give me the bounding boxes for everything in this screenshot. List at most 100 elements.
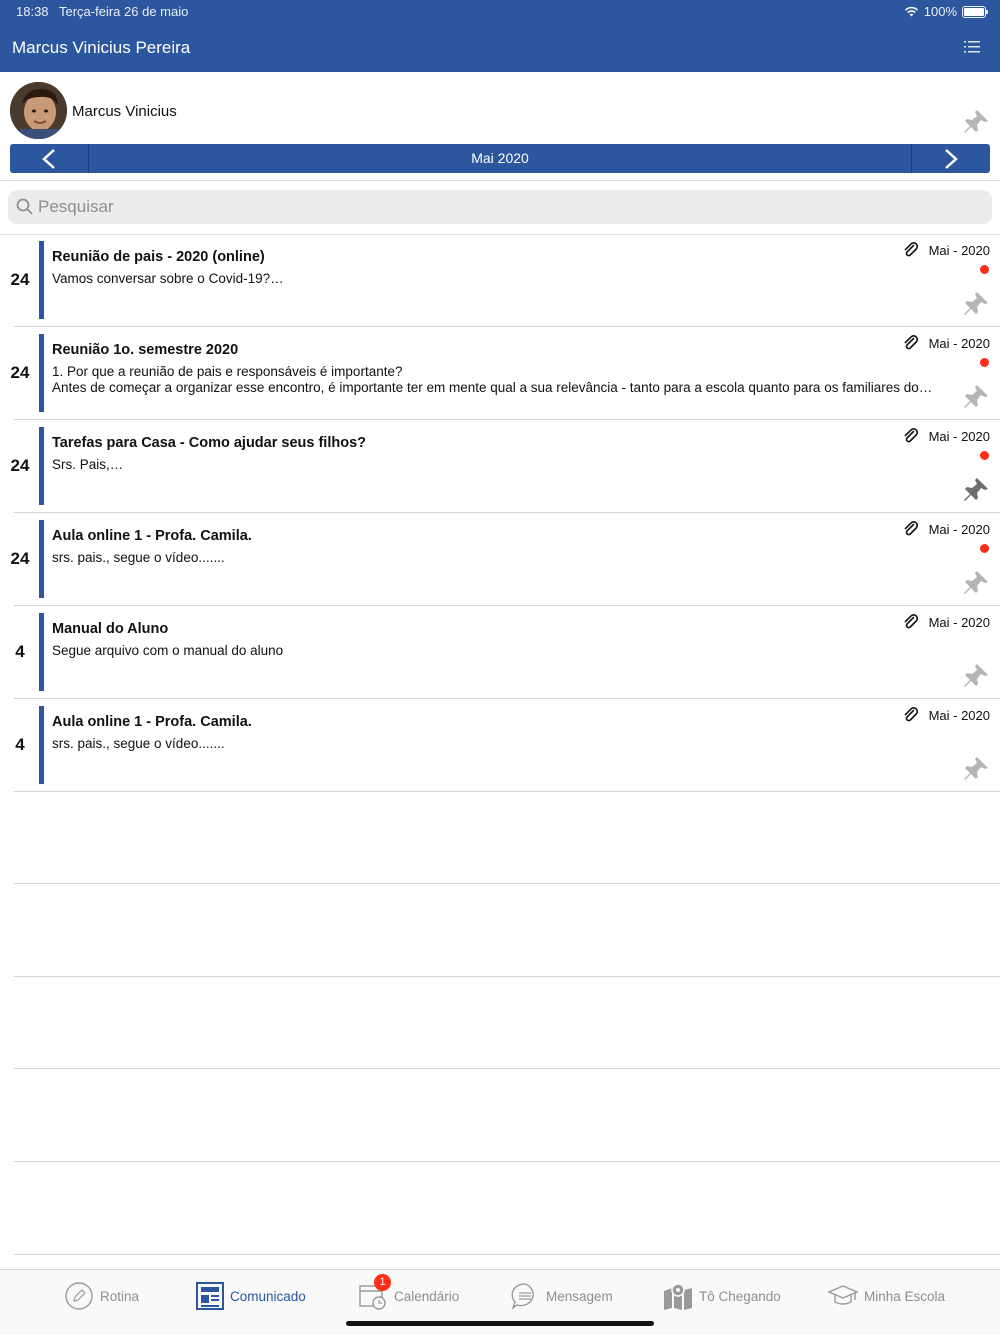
- unread-dot: [980, 451, 989, 460]
- pin-icon[interactable]: [962, 569, 990, 597]
- message-preview: Segue arquivo com o manual do aluno: [52, 643, 944, 659]
- message-title: Reunião 1o. semestre 2020: [52, 342, 239, 358]
- message-row[interactable]: 24 Reunião de pais - 2020 (online) Vamos c…: [11, 234, 1000, 327]
- message-day: 24: [10, 363, 30, 382]
- attachment-icon: [902, 427, 920, 445]
- message-preview: srs. pais., segue o vídeo.......: [52, 736, 944, 752]
- chat-bubble-icon: [511, 1283, 534, 1310]
- message-date: Mai - 2020: [928, 615, 990, 630]
- message-date: Mai - 2020: [928, 429, 990, 444]
- message-row[interactable]: 24 Tarefas para Casa - Como ajudar seus f…: [11, 420, 1000, 513]
- message-date: Mai - 2020: [928, 708, 990, 723]
- message-date: Mai - 2020: [928, 522, 990, 537]
- accent-bar: [39, 241, 44, 319]
- tab-rotina[interactable]: Rotina: [64, 1280, 139, 1312]
- message-day: 24: [10, 549, 30, 568]
- battery-percent: 100%: [923, 4, 957, 19]
- message-preview: 1. Por que a reunião de pais e responsáv…: [52, 364, 944, 396]
- message-preview-line: srs. pais., segue o vídeo.......: [52, 550, 225, 565]
- tab-label: Mensagem: [546, 1288, 613, 1304]
- message-title: Aula online 1 - Profa. Camila.: [52, 714, 252, 730]
- message-day: 24: [10, 456, 30, 475]
- message-row[interactable]: 4 Aula online 1 - Profa. Camila. srs. pais…: [14, 699, 1000, 792]
- unread-dot: [980, 358, 989, 367]
- status-indicators: 100%: [904, 4, 988, 19]
- message-preview-line: Segue arquivo com o manual do aluno: [52, 643, 284, 658]
- tab-minha-escola[interactable]: Minha Escola: [828, 1280, 945, 1312]
- unread-dot: [980, 544, 989, 553]
- chevron-right-icon: [945, 148, 958, 169]
- empty-row-divider: [14, 1161, 1000, 1162]
- chevron-left-icon: [42, 148, 55, 169]
- newspaper-icon: [196, 1282, 224, 1310]
- tab-comunicado[interactable]: Comunicado: [196, 1280, 306, 1312]
- empty-row-divider: [14, 976, 1000, 977]
- month-navigator: Mai 2020: [10, 144, 990, 173]
- accent-bar: [39, 706, 44, 784]
- list-icon[interactable]: [964, 40, 980, 54]
- pin-icon[interactable]: [962, 755, 990, 783]
- status-time: 18:38: [16, 4, 49, 19]
- accent-bar: [39, 613, 44, 691]
- search-input[interactable]: [38, 190, 978, 224]
- pin-icon[interactable]: [962, 476, 990, 504]
- message-preview: Vamos conversar sobre o Covid-19?…: [52, 271, 944, 287]
- message-date: Mai - 2020: [928, 243, 990, 258]
- empty-row-divider: [14, 1068, 1000, 1069]
- pin-icon[interactable]: [962, 662, 990, 690]
- message-preview: srs. pais., segue o vídeo.......: [52, 550, 944, 566]
- battery-icon: [962, 5, 988, 18]
- avatar: [10, 82, 67, 139]
- pin-icon[interactable]: [962, 290, 990, 318]
- message-title: Manual do Aluno: [52, 621, 169, 637]
- tab-calendario[interactable]: 1 Calendário: [358, 1274, 460, 1312]
- attachment-icon: [902, 613, 920, 631]
- navigation-bar: 18:38 Terça-feira 26 de maio 100% Marcus…: [0, 0, 1000, 72]
- tab-label: Minha Escola: [864, 1288, 946, 1304]
- page-title: Marcus Vinicius Pereira: [12, 38, 191, 57]
- graduation-cap-icon: [828, 1285, 858, 1305]
- empty-row-divider: [14, 1254, 1000, 1255]
- message-title: Aula online 1 - Profa. Camila.: [52, 528, 252, 544]
- message-preview-line: Vamos conversar sobre o Covid-19?…: [52, 271, 284, 286]
- message-row[interactable]: 24 Aula online 1 - Profa. Camila. srs. pai…: [11, 513, 1000, 606]
- message-day: 4: [15, 735, 25, 754]
- message-preview-line: Antes de começar a organizar esse encont…: [52, 380, 933, 395]
- accent-bar: [39, 520, 44, 598]
- status-date: Terça-feira 26 de maio: [59, 4, 189, 19]
- tab-label: Tô Chegando: [699, 1288, 781, 1304]
- tab-label: Calendário: [394, 1288, 460, 1304]
- tab-to-chegando[interactable]: Tô Chegando: [663, 1280, 781, 1312]
- message-day: 24: [10, 270, 30, 289]
- tab-label: Rotina: [100, 1288, 140, 1304]
- attachment-icon: [902, 706, 920, 724]
- previous-month-button[interactable]: [10, 144, 89, 173]
- attachment-icon: [902, 334, 920, 352]
- message-title: Reunião de pais - 2020 (online): [52, 249, 265, 265]
- message-date: Mai - 2020: [928, 336, 990, 351]
- tab-mensagem[interactable]: Mensagem: [510, 1280, 613, 1312]
- attachment-icon: [902, 241, 920, 259]
- map-pin-icon: [664, 1283, 692, 1310]
- attachment-icon: [902, 520, 920, 538]
- next-month-button[interactable]: [911, 144, 990, 173]
- search-bar: [8, 190, 992, 224]
- message-preview-line: srs. pais., segue o vídeo.......: [52, 736, 225, 751]
- accent-bar: [39, 427, 44, 505]
- message-list: 24 Reunião de pais - 2020 (online) Vamos c…: [0, 234, 1000, 792]
- accent-bar: [39, 334, 44, 412]
- empty-row-divider: [14, 883, 1000, 884]
- wifi-icon: [904, 6, 918, 17]
- pin-icon[interactable]: [962, 108, 990, 136]
- message-preview-line: 1. Por que a reunião de pais e responsáv…: [52, 364, 403, 379]
- pencil-circle-icon: [65, 1282, 93, 1310]
- notification-badge: 1: [374, 1274, 391, 1291]
- pin-icon[interactable]: [962, 383, 990, 411]
- divider: [0, 180, 1000, 181]
- message-day: 4: [15, 642, 25, 661]
- message-row[interactable]: 24 Reunião 1o. semestre 2020 1. Por que a …: [11, 327, 1000, 420]
- message-title: Tarefas para Casa - Como ajudar seus fil…: [52, 435, 366, 451]
- tab-label: Comunicado: [230, 1288, 306, 1304]
- search-icon: [16, 198, 33, 215]
- message-row[interactable]: 4 Manual do Aluno Segue arquivo com o manu…: [14, 606, 1000, 699]
